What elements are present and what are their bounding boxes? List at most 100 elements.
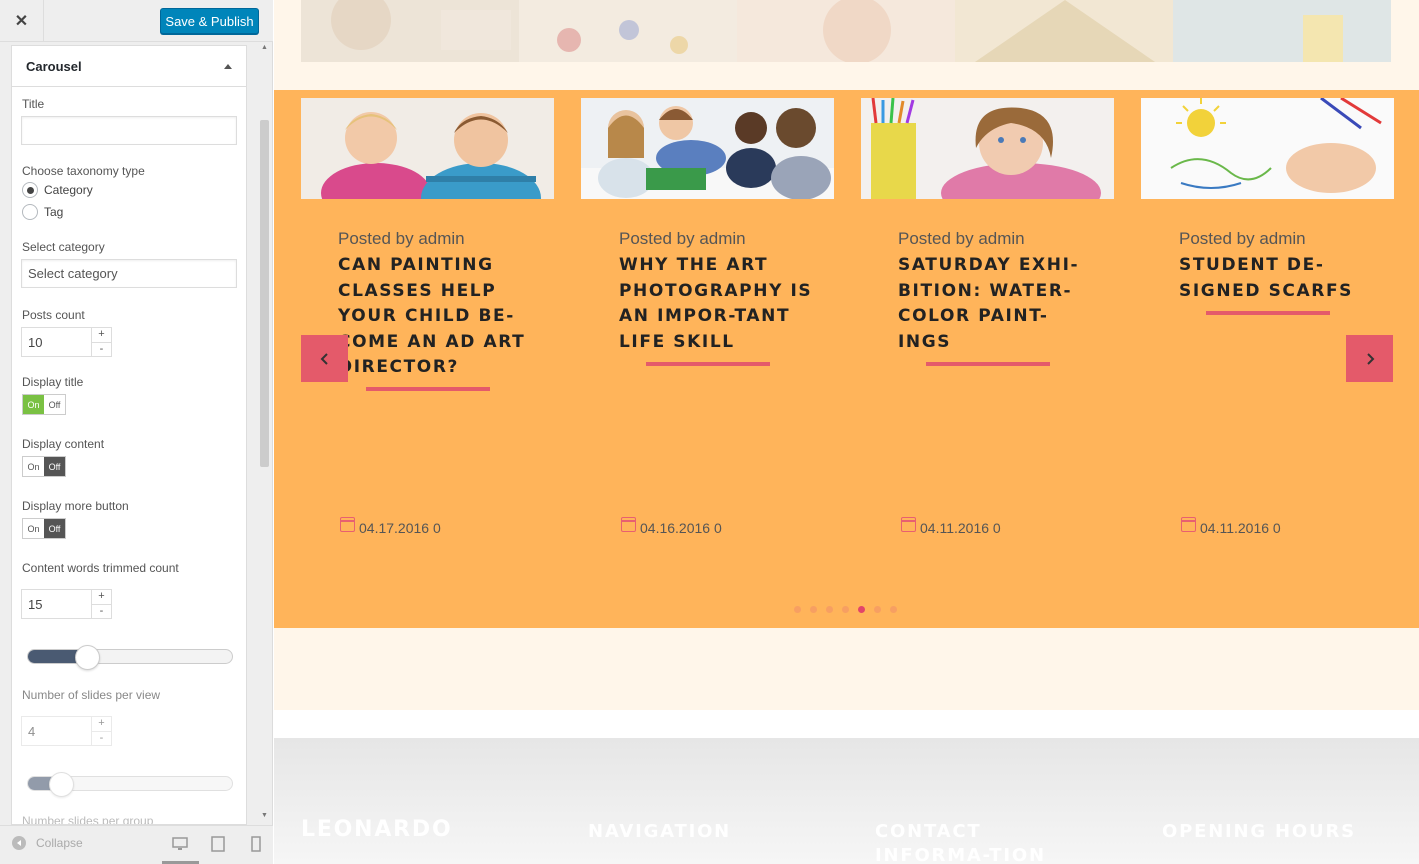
panel-title: Carousel	[26, 58, 82, 74]
posts-count-label: Posts count	[22, 308, 85, 322]
collapse-icon	[12, 836, 26, 850]
decrement-button[interactable]: -	[92, 605, 111, 619]
post-title[interactable]: CAN PAINTING CLASSES HELP YOUR CHILD BE-…	[338, 253, 533, 381]
title-label: Title	[22, 97, 45, 111]
display-content-toggle[interactable]: On Off	[22, 456, 66, 477]
footer-contact-heading: CONTACT INFORMA-TION	[875, 821, 1046, 864]
post-meta: Posted by admin	[338, 229, 465, 248]
toggle-on[interactable]: On	[23, 395, 44, 414]
save-publish-button[interactable]: Save & Publish	[160, 8, 259, 34]
gallery-image[interactable]	[301, 0, 519, 62]
slides-per-group-label: Number slides per group	[22, 814, 154, 825]
site-preview: Posted by admin CAN PAINTING CLASSES HEL…	[274, 0, 1419, 864]
customizer-sidebar: ✕ Save & Publish Carousel Title Choose t…	[0, 0, 273, 864]
post-title[interactable]: STUDENT DE-SIGNED SCARFS	[1179, 253, 1374, 304]
collapse-button[interactable]: Collapse	[12, 836, 83, 850]
slider-handle[interactable]	[48, 772, 74, 797]
customizer-footer: Collapse	[0, 825, 273, 864]
display-more-toggle[interactable]: On Off	[22, 518, 66, 539]
pagination-dot[interactable]	[810, 606, 817, 613]
scroll-up-icon[interactable]: ▲	[261, 44, 268, 51]
increment-button[interactable]: +	[92, 328, 111, 343]
panel-scrollbar[interactable]: ▲ ▼	[258, 42, 272, 824]
post-title[interactable]: WHY THE ART PHOTOGRAPHY IS AN IMPOR-TANT…	[619, 253, 814, 355]
increment-button[interactable]: +	[92, 590, 111, 605]
pagination-dot[interactable]	[842, 606, 849, 613]
radio-button[interactable]	[22, 204, 38, 220]
slider-handle[interactable]	[74, 645, 100, 670]
toggle-off[interactable]: Off	[44, 457, 65, 476]
toggle-on[interactable]: On	[23, 519, 44, 538]
taxonomy-label: Choose taxonomy type	[22, 164, 145, 178]
scroll-down-icon[interactable]: ▼	[261, 812, 268, 819]
trim-count-label: Content words trimmed count	[22, 561, 179, 575]
post-date: 04.11.2016 0	[1181, 516, 1281, 536]
panel-header[interactable]: Carousel	[12, 46, 246, 87]
toggle-on[interactable]: On	[23, 457, 44, 476]
pagination-dot[interactable]	[826, 606, 833, 613]
toggle-off[interactable]: Off	[44, 519, 65, 538]
decrement-button[interactable]: -	[92, 732, 111, 746]
chevron-right-icon	[1366, 352, 1374, 365]
footer-logo[interactable]: LEONARDO	[301, 818, 453, 842]
title-underline	[1206, 311, 1330, 315]
gallery-image[interactable]	[519, 0, 737, 62]
post-date: 04.16.2016 0	[621, 516, 722, 536]
radio-tag[interactable]: Tag	[22, 204, 63, 220]
desktop-icon[interactable]	[172, 836, 188, 852]
trim-count-value[interactable]: 15	[22, 590, 91, 618]
gallery-image[interactable]	[737, 0, 955, 62]
radio-button[interactable]	[22, 182, 38, 198]
slides-per-view-label: Number of slides per view	[22, 688, 161, 702]
carousel-next-button[interactable]	[1346, 335, 1393, 382]
mobile-icon[interactable]	[248, 836, 264, 852]
display-title-toggle[interactable]: On Off	[22, 394, 66, 415]
category-label: Select category	[22, 240, 105, 254]
title-input[interactable]	[21, 116, 237, 145]
posts-count-value[interactable]: 10	[22, 328, 91, 356]
trim-count-slider[interactable]	[27, 645, 233, 670]
radio-tag-label: Tag	[44, 205, 64, 219]
post-image[interactable]	[861, 98, 1114, 199]
gallery-strip	[274, 0, 1419, 90]
tablet-icon[interactable]	[210, 836, 226, 852]
calendar-icon	[1181, 516, 1196, 532]
post-image[interactable]	[301, 98, 554, 199]
slides-per-view-stepper[interactable]: 4 + -	[21, 716, 112, 746]
carousel-prev-button[interactable]	[301, 335, 348, 382]
pagination-dot[interactable]	[794, 606, 801, 613]
display-title-label: Display title	[22, 375, 84, 389]
toggle-off[interactable]: Off	[44, 395, 65, 414]
post-title[interactable]: SATURDAY EXHI-BITION: WATER-COLOR PAINT-…	[898, 253, 1093, 355]
gallery-image[interactable]	[1173, 0, 1391, 62]
chevron-left-icon	[320, 352, 328, 365]
collapse-label: Collapse	[36, 836, 83, 850]
post-image[interactable]	[581, 98, 834, 199]
trim-count-stepper[interactable]: 15 + -	[21, 589, 112, 619]
close-button[interactable]: ✕	[0, 0, 44, 42]
pagination-dot[interactable]	[874, 606, 881, 613]
carousel-pagination	[794, 606, 906, 613]
posts-carousel: Posted by admin CAN PAINTING CLASSES HEL…	[274, 90, 1419, 628]
radio-category[interactable]: Category	[22, 182, 93, 198]
gallery-image[interactable]	[955, 0, 1173, 62]
post-date: 04.17.2016 0	[340, 516, 441, 536]
close-icon: ✕	[14, 13, 29, 30]
decrement-button[interactable]: -	[92, 343, 111, 357]
category-select[interactable]: Select category	[21, 259, 237, 288]
post-meta: Posted by admin	[619, 229, 746, 248]
post-meta: Posted by admin	[898, 229, 1025, 248]
pagination-dot[interactable]	[890, 606, 897, 613]
increment-button[interactable]: +	[92, 717, 111, 732]
post-image[interactable]	[1141, 98, 1394, 199]
posts-count-stepper[interactable]: 10 + -	[21, 327, 112, 357]
footer-navigation-heading: NAVIGATION	[588, 821, 732, 842]
post-date-text: 04.16.2016 0	[640, 520, 722, 536]
collapse-arrow-icon[interactable]	[224, 63, 232, 69]
pagination-dot-active[interactable]	[858, 606, 865, 613]
scrollbar-thumb[interactable]	[260, 120, 269, 467]
post-date: 04.11.2016 0	[901, 516, 1001, 536]
slides-per-view-slider[interactable]	[27, 772, 233, 797]
display-more-label: Display more button	[22, 499, 129, 513]
slides-per-view-value[interactable]: 4	[22, 717, 91, 745]
